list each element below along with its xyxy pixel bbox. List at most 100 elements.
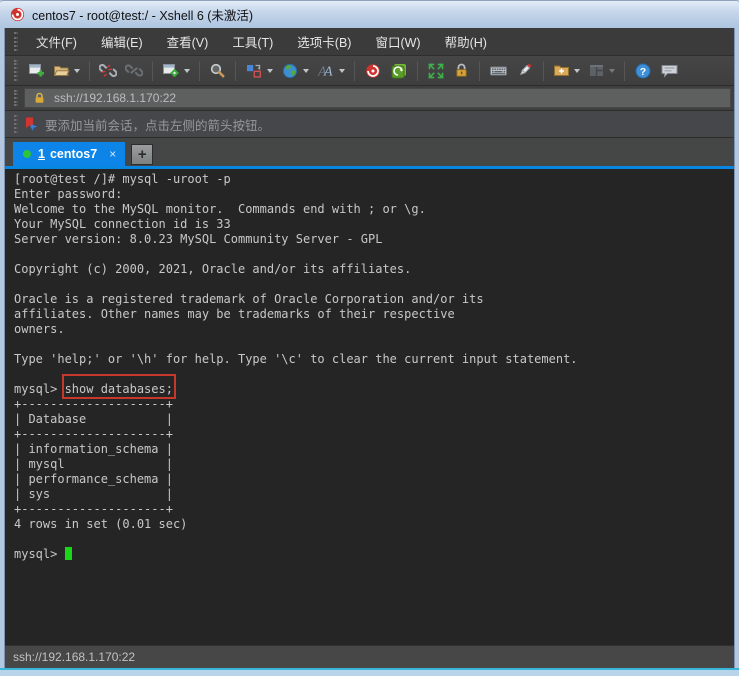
title-bar: centos7 - root@test:/ - Xshell 6 (未激活) <box>0 0 739 28</box>
status-bar: ssh://192.168.1.170:22 <box>5 645 734 668</box>
terminal-line <box>14 532 734 547</box>
terminal-cursor <box>65 547 72 560</box>
lock-screen-button[interactable] <box>450 60 473 81</box>
fullscreen-icon <box>427 62 445 80</box>
new-folder-dropdown-caret <box>574 69 580 73</box>
tab-bar: 1 centos7 × + <box>5 138 734 166</box>
session-properties-dropdown-caret <box>184 69 190 73</box>
terminal-line: | sys | <box>14 487 734 502</box>
window-bottom-edge <box>0 668 739 676</box>
notification-bar: 要添加当前会话，点击左侧的箭头按钮。 <box>5 111 734 138</box>
terminal-line: affiliates. Other names may be trademark… <box>14 307 734 322</box>
terminal-line: | performance_schema | <box>14 472 734 487</box>
help-button[interactable]: ? <box>631 60 655 82</box>
terminal-line: Copyright (c) 2000, 2021, Oracle and/or … <box>14 262 734 277</box>
terminal-line <box>14 277 734 292</box>
window-layout-icon <box>588 62 605 79</box>
open-session-button[interactable] <box>50 60 83 81</box>
terminal-line: Oracle is a registered trademark of Orac… <box>14 292 734 307</box>
xshell-button[interactable] <box>361 60 385 82</box>
terminal-line: +--------------------+ <box>14 427 734 442</box>
toolbar-separator <box>199 61 200 81</box>
new-tab-button[interactable]: + <box>131 144 153 165</box>
virtual-keyboard-button[interactable] <box>486 60 511 81</box>
toolbar-separator <box>543 61 544 81</box>
compose-layout-icon <box>245 62 263 79</box>
addressbar-grip[interactable] <box>14 90 18 107</box>
compose-layout-dropdown-caret <box>267 69 273 73</box>
new-folder-icon <box>553 62 570 79</box>
terminal-line <box>14 367 734 382</box>
ssl-lock-icon <box>33 92 46 105</box>
toolbar: A A <box>5 56 734 86</box>
terminal-line <box>14 247 734 262</box>
session-properties-icon <box>162 62 180 79</box>
mysql-prompt: mysql> <box>14 547 65 561</box>
new-session-button[interactable] <box>25 60 48 81</box>
xshell-icon <box>364 62 382 80</box>
menu-edit[interactable]: 编辑(E) <box>89 28 155 55</box>
terminal-line: Type 'help;' or '\h' for help. Type '\c'… <box>14 352 734 367</box>
toolbar-grip[interactable] <box>14 60 18 80</box>
svg-text:?: ? <box>640 66 646 78</box>
web-browser-dropdown-caret <box>303 69 309 73</box>
terminal-command-line: mysql> show databases; <box>14 382 734 397</box>
xftp-button[interactable] <box>387 60 411 82</box>
address-input[interactable]: ssh://192.168.1.170:22 <box>24 88 731 108</box>
session-properties-button[interactable] <box>159 60 193 81</box>
new-session-icon <box>28 62 45 79</box>
menu-tools[interactable]: 工具(T) <box>220 28 285 55</box>
font-button[interactable]: A A <box>314 60 348 81</box>
menu-file[interactable]: 文件(F) <box>24 28 89 55</box>
fullscreen-button[interactable] <box>424 60 448 82</box>
terminal-line: Server version: 8.0.23 MySQL Community S… <box>14 232 734 247</box>
annotation-red-box: show databases; <box>65 382 173 397</box>
reconnect-button[interactable] <box>122 60 146 81</box>
window-layout-dropdown-caret <box>609 69 615 73</box>
search-icon <box>209 62 226 79</box>
add-session-flag-icon[interactable] <box>24 116 39 132</box>
toolbar-separator <box>479 61 480 81</box>
svg-text:A: A <box>323 65 333 80</box>
globe-icon <box>281 62 299 80</box>
compose-layout-button[interactable] <box>242 60 276 81</box>
terminal-line: Your MySQL connection id is 33 <box>14 217 734 232</box>
menu-window[interactable]: 窗口(W) <box>363 28 432 55</box>
mysql-prompt: mysql> <box>14 382 65 396</box>
menu-help[interactable]: 帮助(H) <box>433 28 499 55</box>
tab-close-icon[interactable]: × <box>109 148 116 160</box>
terminal[interactable]: [root@test /]# mysql -uroot -p Enter pas… <box>5 169 734 645</box>
toolbar-separator <box>417 61 418 81</box>
reconnect-icon <box>125 62 143 79</box>
open-session-dropdown-caret <box>74 69 80 73</box>
xftp-icon <box>390 62 408 80</box>
tab-centos7[interactable]: 1 centos7 × <box>13 142 125 166</box>
highlighter-button[interactable] <box>513 60 537 81</box>
disconnect-button[interactable] <box>96 60 120 81</box>
menubar-grip[interactable] <box>14 32 18 51</box>
notifybar-grip[interactable] <box>14 115 18 133</box>
terminal-line: | mysql | <box>14 457 734 472</box>
xshell-logo-icon <box>9 6 26 23</box>
lock-icon <box>453 62 470 79</box>
toolbar-separator <box>235 61 236 81</box>
find-button[interactable] <box>206 60 229 81</box>
menu-tab[interactable]: 选项卡(B) <box>285 28 363 55</box>
terminal-line: +--------------------+ <box>14 502 734 517</box>
keyboard-icon <box>489 62 508 79</box>
help-icon: ? <box>634 62 652 80</box>
web-browser-button[interactable] <box>278 60 312 82</box>
new-folder-button[interactable] <box>550 60 583 81</box>
menu-view[interactable]: 查看(V) <box>155 28 221 55</box>
menu-bar: 文件(F) 编辑(E) 查看(V) 工具(T) 选项卡(B) 窗口(W) 帮助(… <box>5 28 734 56</box>
open-folder-icon <box>53 62 70 79</box>
toolbar-separator <box>354 61 355 81</box>
terminal-line <box>14 337 734 352</box>
window-title: centos7 - root@test:/ - Xshell 6 (未激活) <box>32 5 253 24</box>
chat-bubble-icon <box>660 62 679 79</box>
toolbar-separator <box>89 61 90 81</box>
terminal-line: 4 rows in set (0.01 sec) <box>14 517 734 532</box>
feedback-chat-button[interactable] <box>657 60 682 81</box>
window-layout-button[interactable] <box>585 60 618 81</box>
font-dropdown-caret <box>339 69 345 73</box>
